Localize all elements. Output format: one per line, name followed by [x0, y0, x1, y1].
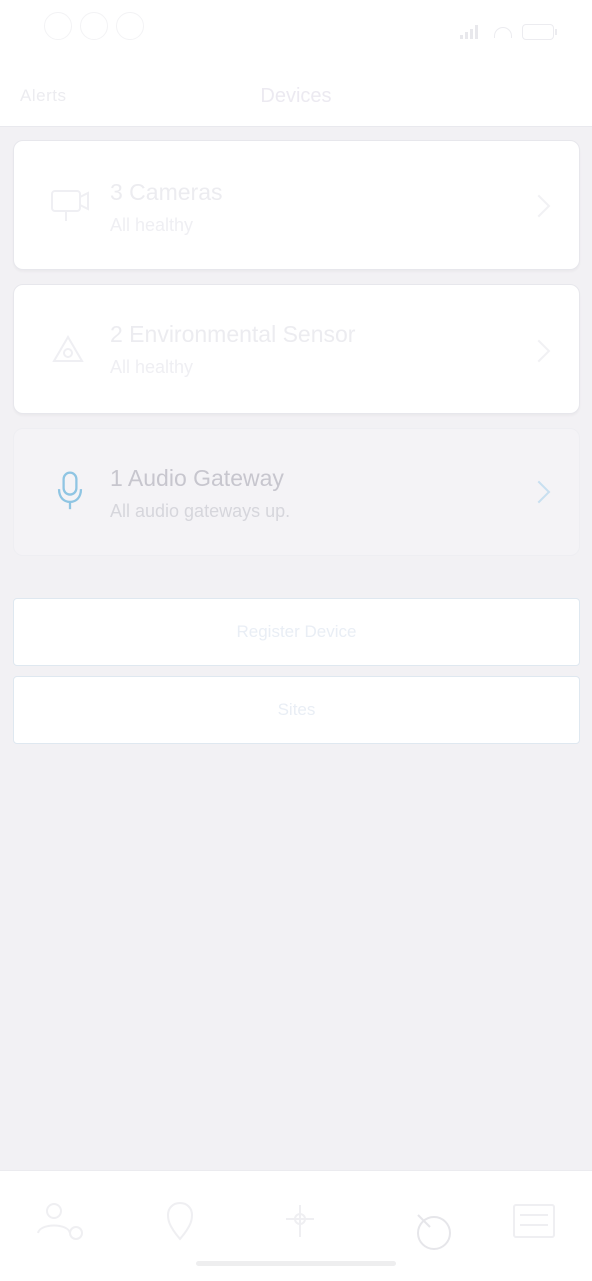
camera-icon: [51, 190, 89, 221]
page-title: Devices: [260, 85, 332, 107]
audio-gateway-card[interactable]: 1 Audio Gateway All audio gateways up.: [13, 428, 580, 556]
status-indicator-icon: [80, 12, 108, 40]
wifi-icon: [494, 26, 512, 38]
status-icons: [44, 12, 144, 40]
device-card-subtitle: All healthy: [110, 357, 194, 377]
navigation-bar: Alerts Devices: [0, 64, 592, 127]
device-card-title: 3 Cameras: [110, 179, 223, 205]
battery-icon: [522, 24, 557, 40]
network-icon[interactable]: [272, 1199, 328, 1243]
people-icon[interactable]: [32, 1199, 88, 1243]
sensor-icon: [52, 335, 84, 362]
list-icon[interactable]: [506, 1199, 562, 1243]
device-card-title: 1 Audio Gateway: [110, 465, 284, 491]
chevron-right-icon: [527, 194, 551, 218]
signal-icon: [460, 25, 484, 39]
microphone-icon: [57, 471, 83, 510]
status-indicator-icon: [116, 12, 144, 40]
chevron-right-icon: [527, 339, 551, 363]
cameras-card[interactable]: 3 Cameras All healthy: [13, 140, 580, 270]
environmental-sensor-card[interactable]: 2 Environmental Sensor All healthy: [13, 284, 580, 414]
devices-icon[interactable]: [400, 1207, 456, 1251]
home-indicator: [196, 1261, 396, 1266]
location-icon[interactable]: [152, 1199, 208, 1243]
device-card-title: 2 Environmental Sensor: [110, 321, 356, 347]
status-bar: [0, 0, 592, 64]
device-card-subtitle: All healthy: [110, 215, 194, 235]
device-card-subtitle: All audio gateways up.: [110, 501, 291, 521]
register-device-button[interactable]: Register Device: [13, 598, 580, 666]
status-indicator-icon: [44, 12, 72, 40]
system-status: [460, 24, 557, 40]
sites-button[interactable]: Sites: [13, 676, 580, 744]
chevron-right-icon: [527, 480, 551, 504]
